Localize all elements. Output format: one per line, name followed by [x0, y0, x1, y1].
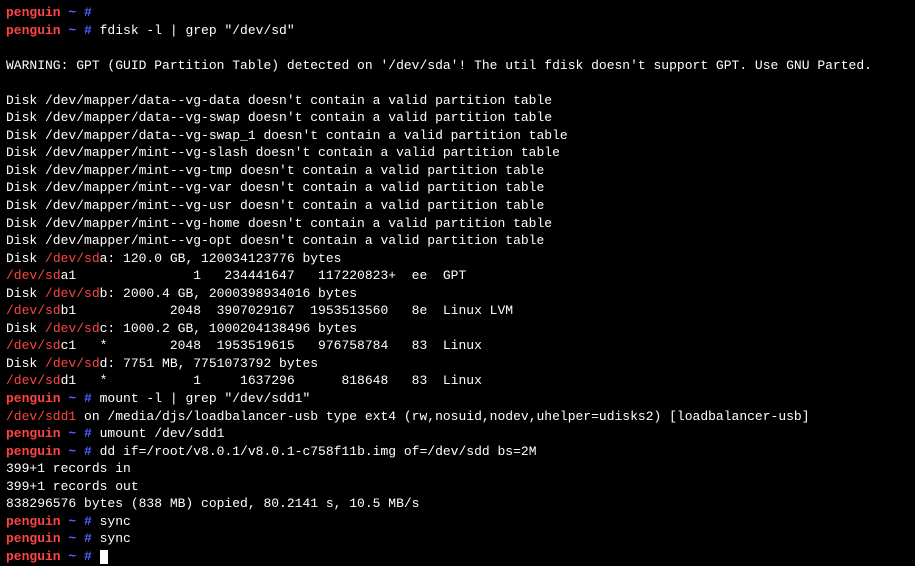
terminal-output[interactable]: penguin ~ #penguin ~ # fdisk -l | grep "… [6, 4, 909, 566]
terminal-line: penguin ~ # [6, 4, 909, 22]
terminal-segment: 838296576 bytes (838 MB) copied, 80.2141… [6, 496, 419, 511]
terminal-line: Disk /dev/mapper/mint--vg-tmp doesn't co… [6, 162, 909, 180]
terminal-segment: ~ # [61, 23, 100, 38]
terminal-line: Disk /dev/sdd: 7751 MB, 7751073792 bytes [6, 355, 909, 373]
terminal-segment: fdisk -l | grep "/dev/sd" [100, 23, 295, 38]
terminal-segment: Disk /dev/mapper/mint--vg-tmp doesn't co… [6, 163, 544, 178]
terminal-segment: b: 2000.4 GB, 2000398934016 bytes [100, 286, 357, 301]
terminal-segment: /dev/sd [6, 338, 61, 353]
terminal-segment: umount /dev/sdd1 [100, 426, 225, 441]
terminal-line: WARNING: GPT (GUID Partition Table) dete… [6, 57, 909, 75]
terminal-line: penguin ~ # [6, 548, 909, 566]
terminal-line: penguin ~ # dd if=/root/v8.0.1/v8.0.1-c7… [6, 443, 909, 461]
terminal-segment: ~ # [61, 391, 100, 406]
terminal-line: Disk /dev/sda: 120.0 GB, 120034123776 by… [6, 250, 909, 268]
terminal-segment: ~ # [61, 549, 100, 564]
terminal-line: 399+1 records in [6, 460, 909, 478]
terminal-segment: penguin [6, 444, 61, 459]
terminal-line: Disk /dev/mapper/mint--vg-home doesn't c… [6, 215, 909, 233]
terminal-segment: a: 120.0 GB, 120034123776 bytes [100, 251, 342, 266]
terminal-segment: WARNING: GPT (GUID Partition Table) dete… [6, 58, 872, 73]
terminal-segment: penguin [6, 23, 61, 38]
terminal-segment: Disk /dev/mapper/mint--vg-var doesn't co… [6, 180, 544, 195]
terminal-line: /dev/sdb1 2048 3907029167 1953513560 8e … [6, 302, 909, 320]
terminal-line: /dev/sdc1 * 2048 1953519615 976758784 83… [6, 337, 909, 355]
terminal-segment: ~ # [61, 514, 100, 529]
terminal-line: Disk /dev/sdb: 2000.4 GB, 2000398934016 … [6, 285, 909, 303]
terminal-line: /dev/sda1 1 234441647 117220823+ ee GPT [6, 267, 909, 285]
terminal-line: /dev/sdd1 * 1 1637296 818648 83 Linux [6, 372, 909, 390]
terminal-segment: Disk [6, 251, 45, 266]
terminal-line: Disk /dev/mapper/data--vg-swap_1 doesn't… [6, 127, 909, 145]
terminal-segment: /dev/sd [45, 321, 100, 336]
terminal-segment: Disk /dev/mapper/mint--vg-opt doesn't co… [6, 233, 544, 248]
terminal-line: penguin ~ # sync [6, 513, 909, 531]
terminal-segment: sync [100, 531, 131, 546]
terminal-segment: Disk /dev/mapper/data--vg-swap_1 doesn't… [6, 128, 568, 143]
terminal-segment: d: 7751 MB, 7751073792 bytes [100, 356, 318, 371]
terminal-line: /dev/sdd1 on /media/djs/loadbalancer-usb… [6, 408, 909, 426]
terminal-segment: Disk /dev/mapper/mint--vg-home doesn't c… [6, 216, 552, 231]
terminal-segment: penguin [6, 5, 61, 20]
terminal-segment: b1 2048 3907029167 1953513560 8e Linux L… [61, 303, 513, 318]
terminal-segment: c: 1000.2 GB, 1000204138496 bytes [100, 321, 357, 336]
terminal-segment: Disk [6, 286, 45, 301]
terminal-line: penguin ~ # sync [6, 530, 909, 548]
terminal-segment: 399+1 records out [6, 479, 139, 494]
terminal-segment: a1 1 234441647 117220823+ ee GPT [61, 268, 467, 283]
terminal-segment: Disk /dev/mapper/data--vg-swap doesn't c… [6, 110, 552, 125]
terminal-segment: Disk [6, 321, 45, 336]
terminal-segment: Disk /dev/mapper/mint--vg-slash doesn't … [6, 145, 560, 160]
terminal-line: Disk /dev/mapper/mint--vg-usr doesn't co… [6, 197, 909, 215]
terminal-segment: d1 * 1 1637296 818648 83 Linux [61, 373, 482, 388]
terminal-segment: penguin [6, 549, 61, 564]
terminal-segment: /dev/sd [6, 373, 61, 388]
terminal-segment: ~ # [61, 5, 92, 20]
terminal-segment: ~ # [61, 426, 100, 441]
terminal-segment [6, 40, 14, 55]
terminal-segment: c1 * 2048 1953519615 976758784 83 Linux [61, 338, 482, 353]
terminal-line [6, 39, 909, 57]
terminal-line: Disk /dev/mapper/mint--vg-var doesn't co… [6, 179, 909, 197]
terminal-segment: Disk /dev/mapper/mint--vg-usr doesn't co… [6, 198, 544, 213]
terminal-line: Disk /dev/mapper/data--vg-data doesn't c… [6, 92, 909, 110]
terminal-line [6, 74, 909, 92]
terminal-segment [6, 75, 14, 90]
terminal-line: Disk /dev/mapper/mint--vg-slash doesn't … [6, 144, 909, 162]
terminal-segment: sync [100, 514, 131, 529]
terminal-line: 838296576 bytes (838 MB) copied, 80.2141… [6, 495, 909, 513]
terminal-segment: /dev/sd [6, 303, 61, 318]
terminal-segment: penguin [6, 391, 61, 406]
terminal-segment: Disk [6, 356, 45, 371]
terminal-segment: /dev/sd [6, 268, 61, 283]
terminal-line: 399+1 records out [6, 478, 909, 496]
terminal-line: Disk /dev/mapper/mint--vg-opt doesn't co… [6, 232, 909, 250]
terminal-segment: /dev/sdd1 [6, 409, 76, 424]
terminal-line: penguin ~ # mount -l | grep "/dev/sdd1" [6, 390, 909, 408]
terminal-segment: Disk /dev/mapper/data--vg-data doesn't c… [6, 93, 552, 108]
terminal-segment: on /media/djs/loadbalancer-usb type ext4… [76, 409, 809, 424]
terminal-segment: penguin [6, 514, 61, 529]
cursor [100, 550, 108, 564]
terminal-segment: mount -l | grep "/dev/sdd1" [100, 391, 311, 406]
terminal-segment: dd if=/root/v8.0.1/v8.0.1-c758f11b.img o… [100, 444, 537, 459]
terminal-segment: penguin [6, 531, 61, 546]
terminal-segment: 399+1 records in [6, 461, 131, 476]
terminal-segment: ~ # [61, 444, 100, 459]
terminal-segment: ~ # [61, 531, 100, 546]
terminal-line: Disk /dev/sdc: 1000.2 GB, 1000204138496 … [6, 320, 909, 338]
terminal-segment: /dev/sd [45, 356, 100, 371]
terminal-line: penguin ~ # umount /dev/sdd1 [6, 425, 909, 443]
terminal-line: penguin ~ # fdisk -l | grep "/dev/sd" [6, 22, 909, 40]
terminal-line: Disk /dev/mapper/data--vg-swap doesn't c… [6, 109, 909, 127]
terminal-segment: /dev/sd [45, 251, 100, 266]
terminal-segment: penguin [6, 426, 61, 441]
terminal-segment: /dev/sd [45, 286, 100, 301]
